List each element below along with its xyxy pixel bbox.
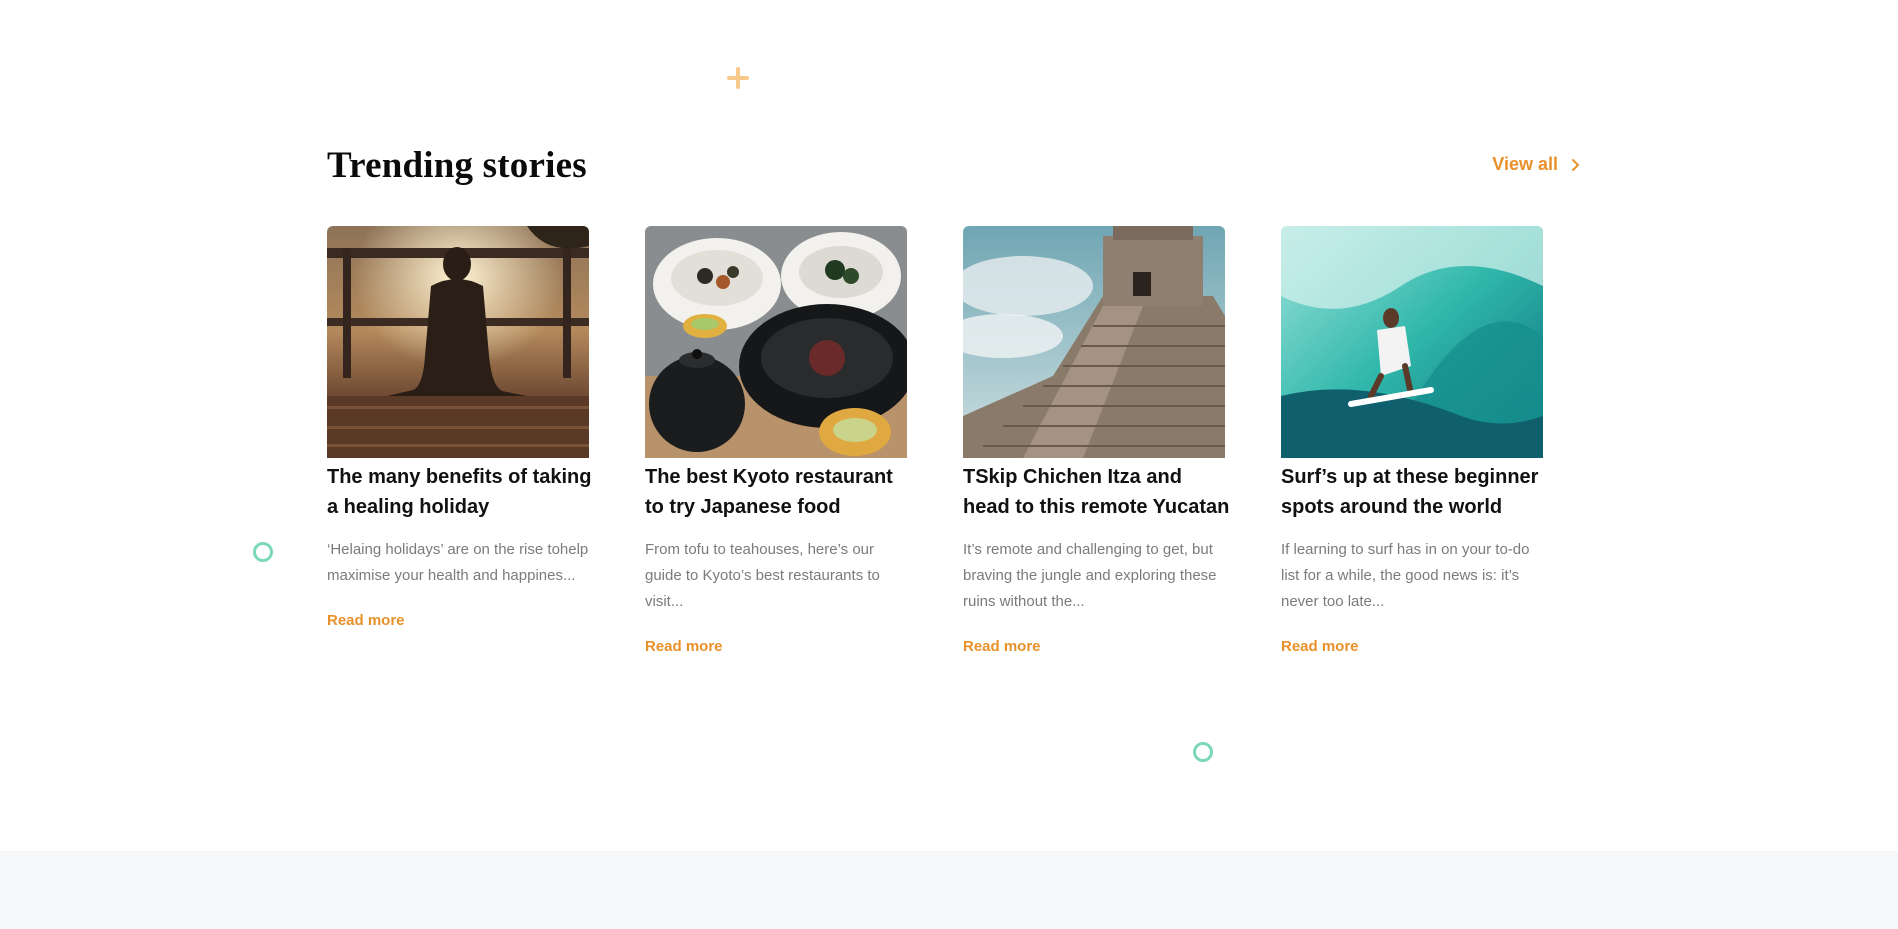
story-card[interactable]: The best Kyoto restaurant to try Japanes… bbox=[645, 226, 907, 656]
read-more-link[interactable]: Read more bbox=[327, 612, 405, 629]
story-image[interactable] bbox=[645, 226, 907, 458]
read-more-link[interactable]: Read more bbox=[1281, 638, 1359, 655]
read-more-link[interactable]: Read more bbox=[645, 638, 723, 655]
story-description: If learning to surf has in on your to-do… bbox=[1281, 541, 1530, 610]
view-all-label: View all bbox=[1492, 154, 1558, 174]
story-image[interactable] bbox=[1281, 226, 1543, 458]
story-card[interactable]: Surf’s up at these beginner spots around… bbox=[1281, 226, 1543, 656]
decorative-ring-icon bbox=[1193, 742, 1213, 762]
footer-band bbox=[0, 851, 1898, 929]
story-title[interactable]: The best Kyoto restaurant to try Japanes… bbox=[645, 462, 915, 522]
story-title[interactable]: The many benefits of taking a healing ho… bbox=[327, 462, 597, 522]
story-title[interactable]: TSkip Chichen Itza and head to this remo… bbox=[963, 462, 1233, 522]
story-card[interactable]: TSkip Chichen Itza and head to this remo… bbox=[963, 226, 1229, 656]
story-image[interactable] bbox=[963, 226, 1225, 458]
story-description: ‘Helaing holidays’ are on the rise tohel… bbox=[327, 541, 589, 584]
section-title: Trending stories bbox=[327, 145, 587, 186]
chevron-right-icon bbox=[1572, 158, 1579, 171]
section-header: Trending stories View all bbox=[327, 140, 1580, 190]
story-description: From tofu to teahouses, here’s our guide… bbox=[645, 541, 880, 610]
decorative-plus-icon bbox=[727, 67, 749, 89]
story-card[interactable]: The many benefits of taking a healing ho… bbox=[327, 226, 591, 630]
story-title[interactable]: Surf’s up at these beginner spots around… bbox=[1281, 462, 1551, 522]
story-image[interactable] bbox=[327, 226, 589, 458]
view-all-link[interactable]: View all bbox=[1492, 154, 1580, 175]
story-description: It’s remote and challenging to get, but … bbox=[963, 541, 1217, 610]
read-more-link[interactable]: Read more bbox=[963, 638, 1041, 655]
decorative-ring-icon bbox=[253, 542, 273, 562]
